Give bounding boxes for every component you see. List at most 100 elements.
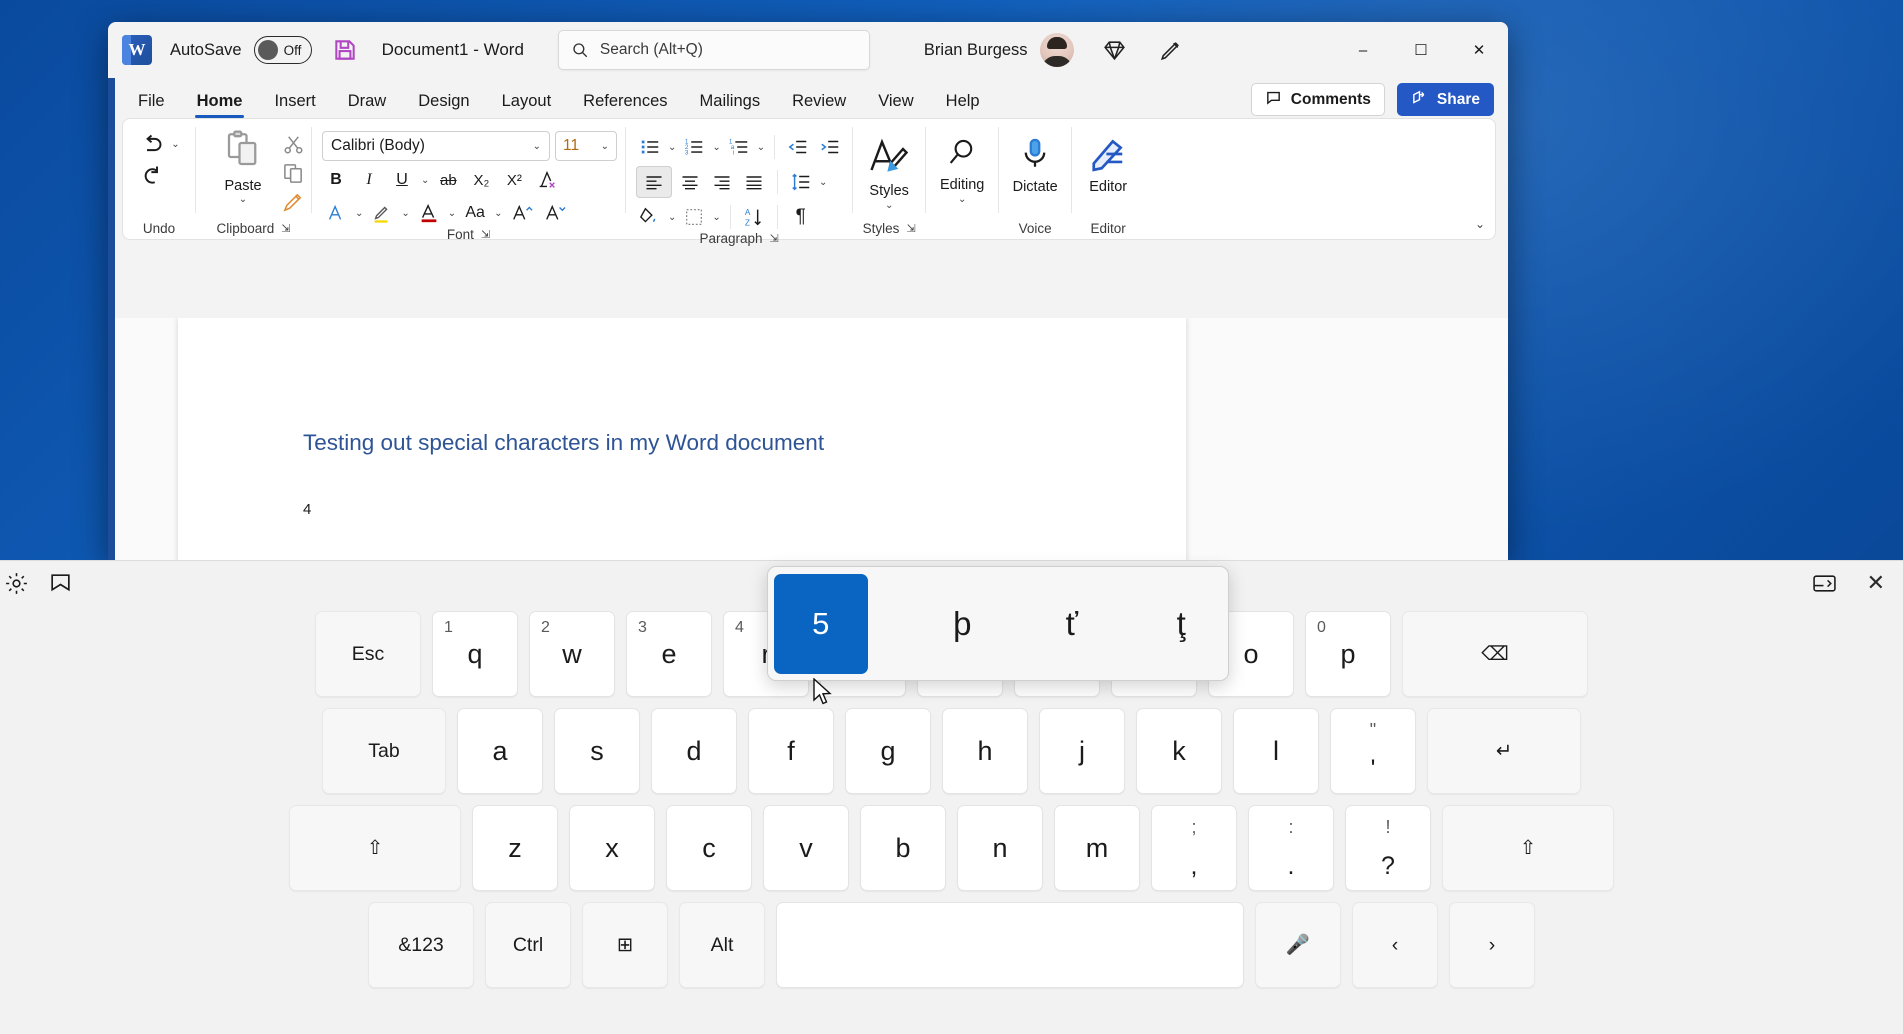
key-backspace[interactable]: ⌫	[1402, 611, 1588, 697]
grow-font-icon[interactable]	[508, 199, 536, 227]
minimize-button[interactable]: –	[1334, 22, 1392, 78]
key-period[interactable]: :.	[1248, 805, 1334, 891]
font-dialog-launcher[interactable]: ⇲	[481, 228, 490, 241]
key-question[interactable]: !?	[1345, 805, 1431, 891]
font-name-combobox[interactable]: Calibri (Body) ⌄	[322, 131, 550, 161]
autosave-toggle[interactable]: Off	[254, 36, 312, 64]
font-color-chevron-down-icon[interactable]: ⌄	[448, 208, 456, 219]
comments-button[interactable]: Comments	[1251, 83, 1385, 116]
key-v[interactable]: v	[763, 805, 849, 891]
key-d[interactable]: d	[651, 708, 737, 794]
key-c[interactable]: c	[666, 805, 752, 891]
popup-key-alt-2[interactable]: ť	[1025, 574, 1119, 674]
strikethrough-button[interactable]: ab	[434, 166, 462, 194]
tab-references[interactable]: References	[567, 84, 683, 118]
close-button[interactable]: ✕	[1450, 22, 1508, 78]
key-s[interactable]: s	[554, 708, 640, 794]
subscript-button[interactable]: X₂	[467, 166, 495, 194]
bold-button[interactable]: B	[322, 166, 350, 194]
close-icon[interactable]: ✕	[1867, 570, 1885, 596]
show-formatting-marks-icon[interactable]: ¶	[787, 203, 815, 231]
change-case-chevron-down-icon[interactable]: ⌄	[494, 208, 502, 219]
tab-design[interactable]: Design	[402, 84, 485, 118]
key-right-arrow[interactable]: ›	[1449, 902, 1535, 988]
align-left-button[interactable]	[636, 166, 672, 198]
key-esc[interactable]: Esc	[315, 611, 421, 697]
key-space[interactable]	[776, 902, 1244, 988]
numbered-list-chevron-down-icon[interactable]: ⌄	[712, 142, 720, 153]
tab-mailings[interactable]: Mailings	[684, 84, 777, 118]
multilevel-list-chevron-down-icon[interactable]: ⌄	[757, 142, 765, 153]
styles-button[interactable]: Styles ⌄	[853, 125, 925, 211]
key-tab[interactable]: Tab	[322, 708, 446, 794]
align-center-button[interactable]	[676, 168, 704, 196]
clear-formatting-icon[interactable]	[533, 166, 561, 194]
avatar[interactable]	[1040, 33, 1074, 67]
gear-icon[interactable]	[4, 571, 29, 601]
font-name-chevron-down-icon[interactable]: ⌄	[533, 141, 541, 152]
key-numbers[interactable]: &123	[368, 902, 474, 988]
popup-key-alt-3[interactable]: ţ	[1135, 574, 1229, 674]
change-case-button[interactable]: Aa	[461, 199, 489, 227]
diamond-icon[interactable]	[1100, 35, 1130, 65]
undo-icon[interactable]	[138, 131, 165, 158]
pen-icon[interactable]	[1156, 35, 1186, 65]
key-w[interactable]: 2w	[529, 611, 615, 697]
line-spacing-icon[interactable]	[787, 168, 815, 196]
key-m[interactable]: m	[1054, 805, 1140, 891]
tab-layout[interactable]: Layout	[486, 84, 568, 118]
key-microphone[interactable]: 🎤	[1255, 902, 1341, 988]
italic-button[interactable]: I	[355, 166, 383, 194]
key-x[interactable]: x	[569, 805, 655, 891]
share-button[interactable]: Share	[1397, 83, 1494, 116]
text-effects-chevron-down-icon[interactable]: ⌄	[355, 208, 363, 219]
sort-icon[interactable]: A Z	[740, 203, 768, 231]
heart-icon[interactable]	[48, 571, 73, 601]
dock-icon[interactable]	[1812, 571, 1837, 601]
paste-button[interactable]: Paste ⌄	[206, 129, 280, 205]
key-comma[interactable]: ;,	[1151, 805, 1237, 891]
key-windows[interactable]: ⊞	[582, 902, 668, 988]
cut-icon[interactable]	[282, 133, 305, 156]
key-apostrophe[interactable]: "'	[1330, 708, 1416, 794]
shading-chevron-down-icon[interactable]: ⌄	[668, 212, 676, 223]
key-shift-right[interactable]: ⇧	[1442, 805, 1614, 891]
key-left-arrow[interactable]: ‹	[1352, 902, 1438, 988]
font-size-combobox[interactable]: 11 ⌄	[555, 131, 617, 161]
key-h[interactable]: h	[942, 708, 1028, 794]
clipboard-dialog-launcher[interactable]: ⇲	[281, 222, 290, 235]
styles-dialog-launcher[interactable]: ⇲	[906, 222, 915, 235]
key-alt[interactable]: Alt	[679, 902, 765, 988]
underline-chevron-down-icon[interactable]: ⌄	[421, 175, 429, 186]
align-right-button[interactable]	[708, 168, 736, 196]
highlight-chevron-down-icon[interactable]: ⌄	[401, 208, 409, 219]
borders-chevron-down-icon[interactable]: ⌄	[712, 212, 720, 223]
key-j[interactable]: j	[1039, 708, 1125, 794]
key-enter[interactable]: ↵	[1427, 708, 1581, 794]
key-p[interactable]: 0p	[1305, 611, 1391, 697]
key-a[interactable]: a	[457, 708, 543, 794]
decrease-indent-icon[interactable]	[784, 133, 812, 161]
key-g[interactable]: g	[845, 708, 931, 794]
key-z[interactable]: z	[472, 805, 558, 891]
superscript-button[interactable]: X²	[500, 166, 528, 194]
save-icon[interactable]	[332, 37, 358, 63]
borders-icon[interactable]	[680, 203, 708, 231]
key-b[interactable]: b	[860, 805, 946, 891]
key-ctrl[interactable]: Ctrl	[485, 902, 571, 988]
tab-view[interactable]: View	[862, 84, 929, 118]
multilevel-list-icon[interactable]: 1 a i	[725, 133, 753, 161]
key-q[interactable]: 1q	[432, 611, 518, 697]
redo-icon[interactable]	[139, 162, 166, 189]
copy-icon[interactable]	[282, 162, 305, 185]
justify-button[interactable]	[740, 168, 768, 196]
styles-chevron-down-icon[interactable]: ⌄	[885, 200, 893, 211]
document-page[interactable]: Testing out special characters in my Wor…	[178, 318, 1186, 562]
tab-home[interactable]: Home	[181, 84, 259, 118]
format-painter-icon[interactable]	[282, 191, 305, 214]
numbered-list-icon[interactable]: 1 2 3	[680, 133, 708, 161]
font-size-chevron-down-icon[interactable]: ⌄	[601, 141, 609, 152]
tab-review[interactable]: Review	[776, 84, 862, 118]
collapse-ribbon-chevron-down-icon[interactable]: ⌄	[1475, 217, 1485, 231]
editing-button[interactable]: Editing ⌄	[926, 125, 998, 205]
